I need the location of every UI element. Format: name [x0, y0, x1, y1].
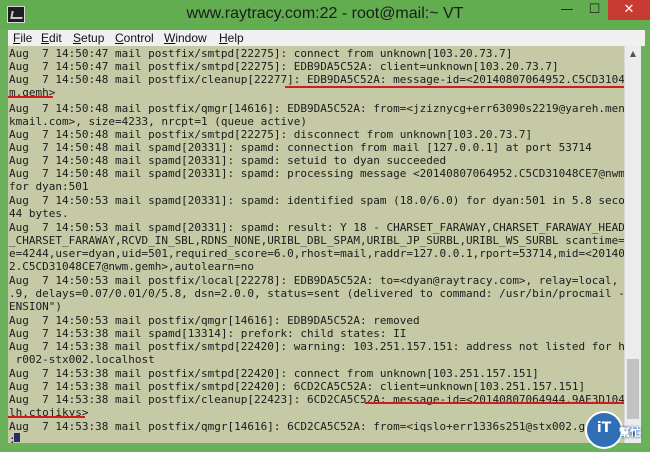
log-line: for dyan:501	[9, 180, 89, 193]
maximize-button[interactable]: ☐	[581, 0, 608, 20]
log-line: 2.C5CD31048CE7@nwm.gemh>,autolearn=no	[9, 260, 255, 273]
menu-control[interactable]: Control	[115, 30, 154, 46]
log-line: Aug 7 14:50:47 mail postfix/smtpd[22275]…	[9, 60, 559, 73]
log-line: Aug 7 14:53:38 mail spamd[13314]: prefor…	[9, 327, 407, 340]
log-line: Aug 7 14:50:53 mail postfix/local[22278]…	[9, 274, 624, 287]
log-line: 44 bytes.	[9, 207, 69, 220]
terminal-window: www.raytracy.com:22 - root@mail:~ VT — ☐…	[0, 0, 650, 452]
log-line: Aug 7 14:53:38 mail postfix/smtpd[22420]…	[9, 380, 586, 393]
log-line: Aug 7 14:53:38 mail postfix/smtpd[22420]…	[9, 367, 539, 380]
close-button[interactable]: ✕	[608, 0, 650, 20]
log-line: kmail.com>, size=4233, nrcpt=1 (queue ac…	[9, 115, 308, 128]
log-line: Aug 7 14:50:53 mail spamd[20331]: spamd:…	[9, 221, 624, 234]
minimize-button[interactable]: —	[553, 0, 581, 20]
log-line: _CHARSET_FARAWAY,RCVD_IN_SBL,RDNS_NONE,U…	[9, 234, 624, 247]
log-line: Aug 7 14:53:38 mail postfix/cleanup[2242…	[9, 393, 624, 406]
log-line: Aug 7 14:50:48 mail spamd[20331]: spamd:…	[9, 141, 592, 154]
ithelp-watermark: iT 幫忙	[585, 411, 645, 449]
menu-setup[interactable]: Setup	[73, 30, 104, 46]
log-line: ENSION")	[9, 300, 62, 313]
menu-window[interactable]: Window	[164, 30, 207, 46]
log-line: Aug 7 14:50:48 mail postfix/cleanup[2227…	[9, 73, 624, 86]
log-line: r002-stx002.localhost	[9, 353, 155, 366]
log-line: Aug 7 14:53:38 mail postfix/qmgr[14616]:…	[9, 420, 624, 433]
highlight-underline	[285, 86, 626, 88]
text-cursor	[14, 433, 20, 442]
log-line: Aug 7 14:50:47 mail postfix/smtpd[22275]…	[9, 47, 513, 60]
log-line: Aug 7 14:50:48 mail postfix/smtpd[22275]…	[9, 128, 533, 141]
log-line: Aug 7 14:50:53 mail spamd[20331]: spamd:…	[9, 194, 624, 207]
watermark-logo-text: iT	[596, 420, 612, 436]
log-line: Aug 7 14:50:48 mail spamd[20331]: spamd:…	[9, 154, 447, 167]
highlight-underline	[365, 402, 627, 404]
menu-help[interactable]: Help	[219, 30, 244, 46]
log-line: Aug 7 14:53:38 mail postfix/smtpd[22420]…	[9, 340, 624, 353]
scroll-up-arrow-icon[interactable]: ▲	[625, 46, 641, 62]
log-line: Aug 7 14:50:48 mail postfix/qmgr[14616]:…	[9, 102, 624, 115]
watermark-text: 幫忙	[619, 426, 641, 439]
menu-file[interactable]: File	[13, 30, 32, 46]
highlight-underline	[8, 96, 53, 98]
log-line: e=4244,user=dyan,uid=501,required_score=…	[9, 247, 624, 260]
log-line: Aug 7 14:50:48 mail spamd[20331]: spamd:…	[9, 167, 624, 180]
vertical-scrollbar[interactable]: ▲ ▼	[624, 46, 641, 443]
highlight-underline	[8, 416, 85, 418]
scroll-thumb[interactable]	[627, 359, 639, 419]
menu-bar: File Edit Setup Control Window Help	[8, 30, 645, 46]
title-bar[interactable]: www.raytracy.com:22 - root@mail:~ VT — ☐…	[0, 0, 650, 30]
log-line: .9, delays=0.07/0.01/0/5.8, dsn=2.0.0, s…	[9, 287, 624, 300]
log-line: Aug 7 14:50:53 mail postfix/qmgr[14616]:…	[9, 314, 420, 327]
terminal-output[interactable]: Aug 7 14:50:47 mail postfix/smtpd[22275]…	[8, 46, 624, 443]
menu-edit[interactable]: Edit	[41, 30, 62, 46]
